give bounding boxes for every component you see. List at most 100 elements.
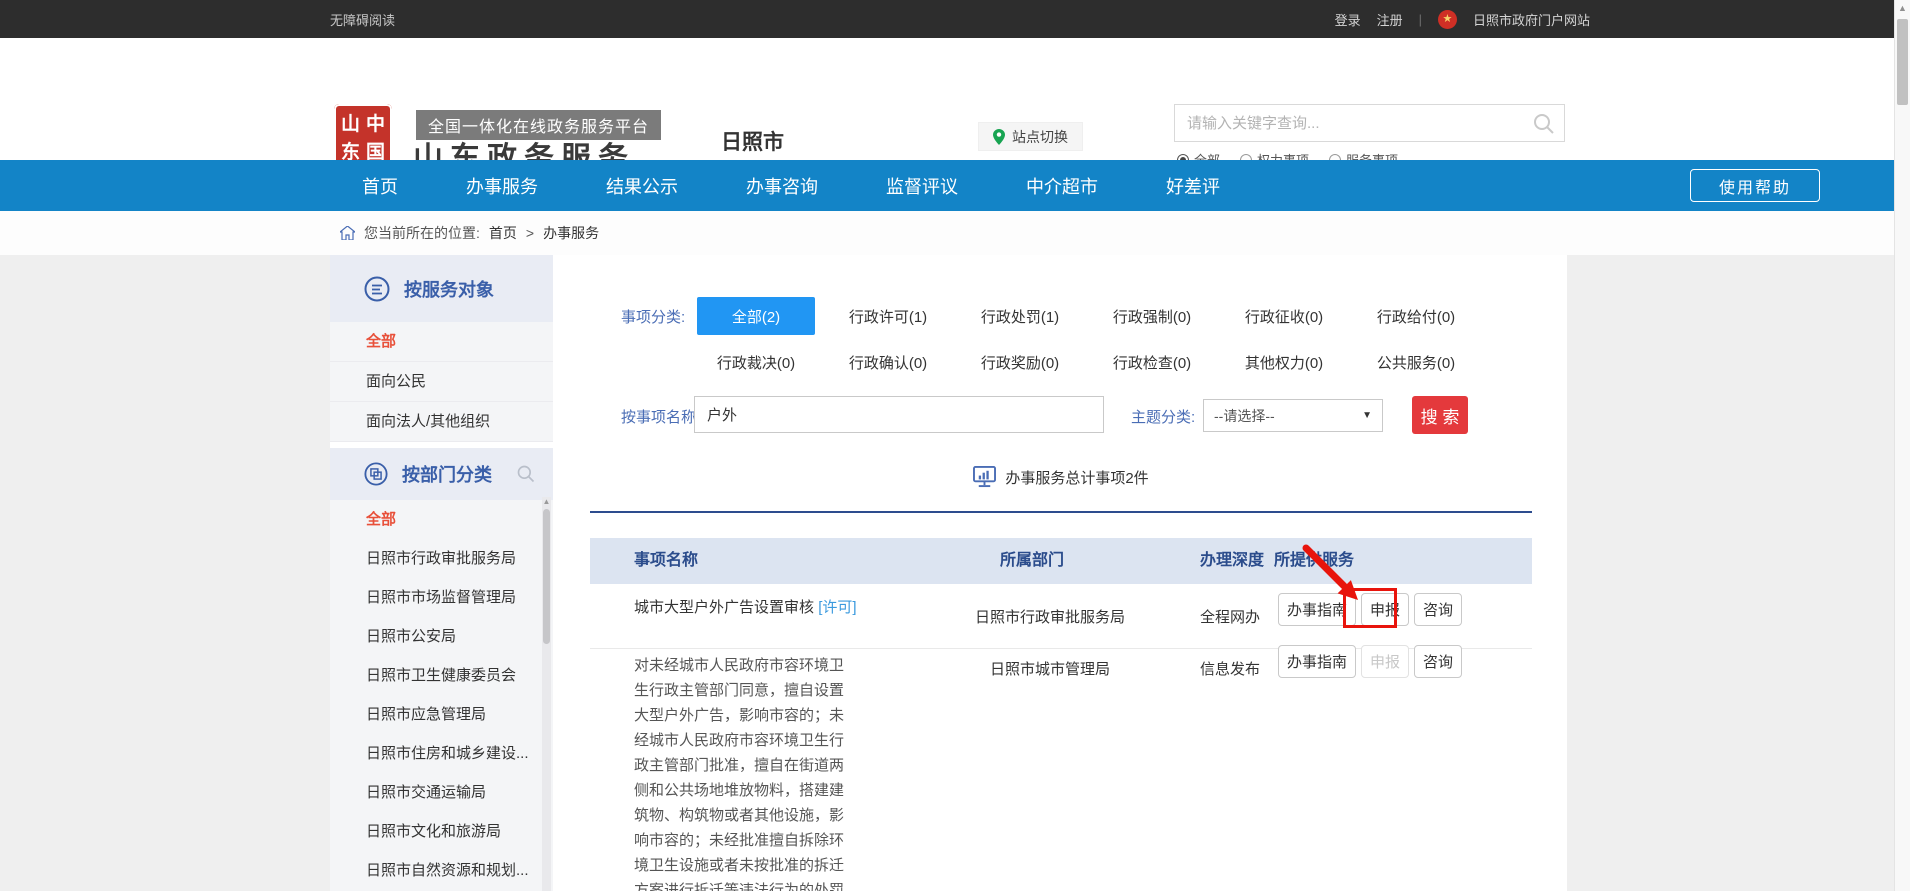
apply-button[interactable]: 申报 (1361, 593, 1409, 626)
usage-help-button[interactable]: 使用帮助 (1690, 169, 1820, 202)
home-icon (340, 226, 355, 240)
section-title: 按服务对象 (404, 276, 494, 302)
nav-services[interactable]: 办事服务 (466, 173, 538, 199)
category-xingzheng-qiangzhi[interactable]: 行政强制(0) (1086, 293, 1218, 339)
category-xingzheng-caijue[interactable]: 行政裁决(0) (690, 339, 822, 385)
table-row-services: 办事指南 申报 咨询 (1278, 645, 1462, 678)
dept-item[interactable]: 日照市市场监督管理局 (330, 578, 553, 617)
sidebar-item-legal-persons[interactable]: 面向法人/其他组织 (330, 402, 553, 442)
sidebar-scrollbar[interactable]: ▲ (542, 497, 551, 891)
dept-item[interactable]: 日照市卫生健康委员会 (330, 656, 553, 695)
register-link[interactable]: 注册 (1377, 10, 1403, 29)
keyword-search-box (1174, 104, 1565, 142)
service-object-list: 全部 面向公民 面向法人/其他组织 (330, 322, 553, 442)
category-xingzheng-queren[interactable]: 行政确认(0) (822, 339, 954, 385)
scrollbar-up-icon[interactable]: ▲ (1895, 0, 1910, 17)
dept-item[interactable]: 日照市自然资源和规划... (330, 851, 553, 890)
sidebar-item-citizens[interactable]: 面向公民 (330, 362, 553, 402)
national-emblem-icon: ★ (1438, 10, 1457, 29)
consult-button[interactable]: 咨询 (1414, 593, 1462, 626)
nav-intermediary[interactable]: 中介超市 (1026, 173, 1098, 199)
category-xingzheng-xuke[interactable]: 行政许可(1) (822, 293, 954, 339)
search-icon[interactable] (1532, 112, 1556, 136)
category-filter-grid: 全部(2) 行政许可(1) 行政处罚(1) 行政强制(0) 行政征收(0) 行政… (690, 293, 1482, 385)
location-pin-icon (993, 129, 1005, 145)
section-title: 按部门分类 (402, 461, 492, 487)
page-scrollbar[interactable]: ▲ (1894, 0, 1910, 891)
statistics-monitor-icon (973, 466, 996, 488)
results-summary-text: 办事服务总计事项2件 (1005, 467, 1148, 488)
department-list: 全部 日照市行政审批服务局 日照市市场监督管理局 日照市公安局 日照市卫生健康委… (330, 500, 553, 891)
nav-supervision[interactable]: 监督评议 (886, 173, 958, 199)
current-city-label: 日照市 (721, 126, 784, 156)
category-xingzheng-jiancha[interactable]: 行政检查(0) (1086, 339, 1218, 385)
category-qita-quanli[interactable]: 其他权力(0) (1218, 339, 1350, 385)
category-all[interactable]: 全部(2) (690, 293, 822, 339)
chevron-down-icon: ▼ (1362, 410, 1372, 421)
category-gonggong-fuwu[interactable]: 公共服务(0) (1350, 339, 1482, 385)
sidebar-section-service-object: 按服务对象 (330, 255, 553, 322)
dept-item-all[interactable]: 全部 (330, 500, 553, 539)
results-summary: 办事服务总计事项2件 (590, 466, 1532, 488)
category-xingzheng-jiangli[interactable]: 行政奖励(0) (954, 339, 1086, 385)
site-switch-label: 站点切换 (1012, 127, 1068, 147)
dept-item[interactable]: 日照市应急管理局 (330, 695, 553, 734)
table-row-depth: 信息发布 (1200, 658, 1260, 679)
sidebar-section-department: 按部门分类 (330, 448, 553, 500)
department-category-icon (364, 462, 388, 486)
nav-rating[interactable]: 好差评 (1166, 173, 1220, 199)
breadcrumb-home-link[interactable]: 首页 (489, 223, 517, 243)
department-search-icon[interactable] (516, 464, 536, 484)
consult-button[interactable]: 咨询 (1414, 645, 1462, 678)
search-button[interactable]: 搜 索 (1412, 396, 1468, 434)
guide-button[interactable]: 办事指南 (1278, 645, 1356, 678)
topic-category-select[interactable]: --请选择-- ▼ (1203, 399, 1383, 432)
category-selected[interactable]: 全部(2) (697, 297, 815, 335)
sidebar-item-all[interactable]: 全部 (330, 322, 553, 362)
guide-button[interactable]: 办事指南 (1278, 593, 1356, 626)
topic-category-label: 主题分类: (1131, 406, 1195, 427)
dept-item[interactable]: 日照市住房和城乡建设... (330, 734, 553, 773)
breadcrumb: 您当前所在的位置: 首页 > 办事服务 (340, 211, 599, 255)
page-scrollbar-thumb[interactable] (1897, 19, 1908, 105)
login-link[interactable]: 登录 (1335, 10, 1361, 29)
dept-item[interactable]: 日照市行政审批服务局 (330, 539, 553, 578)
sidebar-scrollbar-thumb[interactable] (543, 509, 550, 644)
item-permit-tag[interactable]: [许可] (818, 599, 856, 616)
col-header-item-name: 事项名称 (634, 538, 698, 584)
main-navigation: 首页 办事服务 结果公示 办事咨询 监督评议 中介超市 好差评 (0, 160, 1910, 211)
item-name-input[interactable] (694, 396, 1104, 433)
topic-select-value: --请选择-- (1214, 406, 1275, 426)
table-row-item-name[interactable]: 对未经城市人民政府市容环境卫生行政主管部门同意，擅自设置大型户外广告，影响市容的… (634, 653, 850, 891)
dept-item[interactable]: 日照市文化和旅游局 (330, 812, 553, 851)
dept-item[interactable]: 日照市交通运输局 (330, 773, 553, 812)
shandong-seal-logo: 山 中 东 国 (334, 104, 392, 168)
results-table-header: 事项名称 所属部门 办理深度 所提供服务 (590, 538, 1532, 584)
item-name-text[interactable]: 城市大型户外广告设置审核 (634, 599, 814, 616)
city-portal-link[interactable]: 日照市政府门户网站 (1473, 10, 1590, 29)
dept-item[interactable]: 日照市公安局 (330, 617, 553, 656)
breadcrumb-bar: 您当前所在的位置: 首页 > 办事服务 (0, 211, 1910, 255)
nav-consult[interactable]: 办事咨询 (746, 173, 818, 199)
scroll-up-icon[interactable]: ▲ (542, 497, 551, 507)
section-divider (590, 511, 1532, 513)
category-xingzheng-chufa[interactable]: 行政处罚(1) (954, 293, 1086, 339)
nav-results[interactable]: 结果公示 (606, 173, 678, 199)
nav-home[interactable]: 首页 (362, 173, 398, 199)
site-switch-button[interactable]: 站点切换 (978, 122, 1083, 151)
breadcrumb-separator: > (526, 225, 534, 241)
table-row-item-name-link[interactable]: 城市大型户外广告设置审核 [许可] (634, 595, 874, 621)
site-header: 山 中 东 国 全国一体化在线政务服务平台 山东政务服务 日照市 站点切换 全部… (0, 38, 1910, 160)
table-row-depth: 全程网办 (1200, 606, 1260, 627)
breadcrumb-current: 办事服务 (543, 223, 599, 243)
category-xingzheng-zhengshou[interactable]: 行政征收(0) (1218, 293, 1350, 339)
keyword-search-input[interactable] (1175, 105, 1564, 141)
seal-char: 山 (338, 108, 363, 136)
table-row-services: 办事指南 申报 咨询 (1278, 593, 1462, 626)
category-xingzheng-geifu[interactable]: 行政给付(0) (1350, 293, 1482, 339)
accessibility-link[interactable]: 无障碍阅读 (330, 10, 395, 29)
table-row-department: 日照市城市管理局 (960, 658, 1140, 679)
item-name-label: 按事项名称: (621, 406, 700, 427)
seal-char: 中 (363, 108, 388, 136)
category-filter-label: 事项分类: (621, 306, 685, 327)
